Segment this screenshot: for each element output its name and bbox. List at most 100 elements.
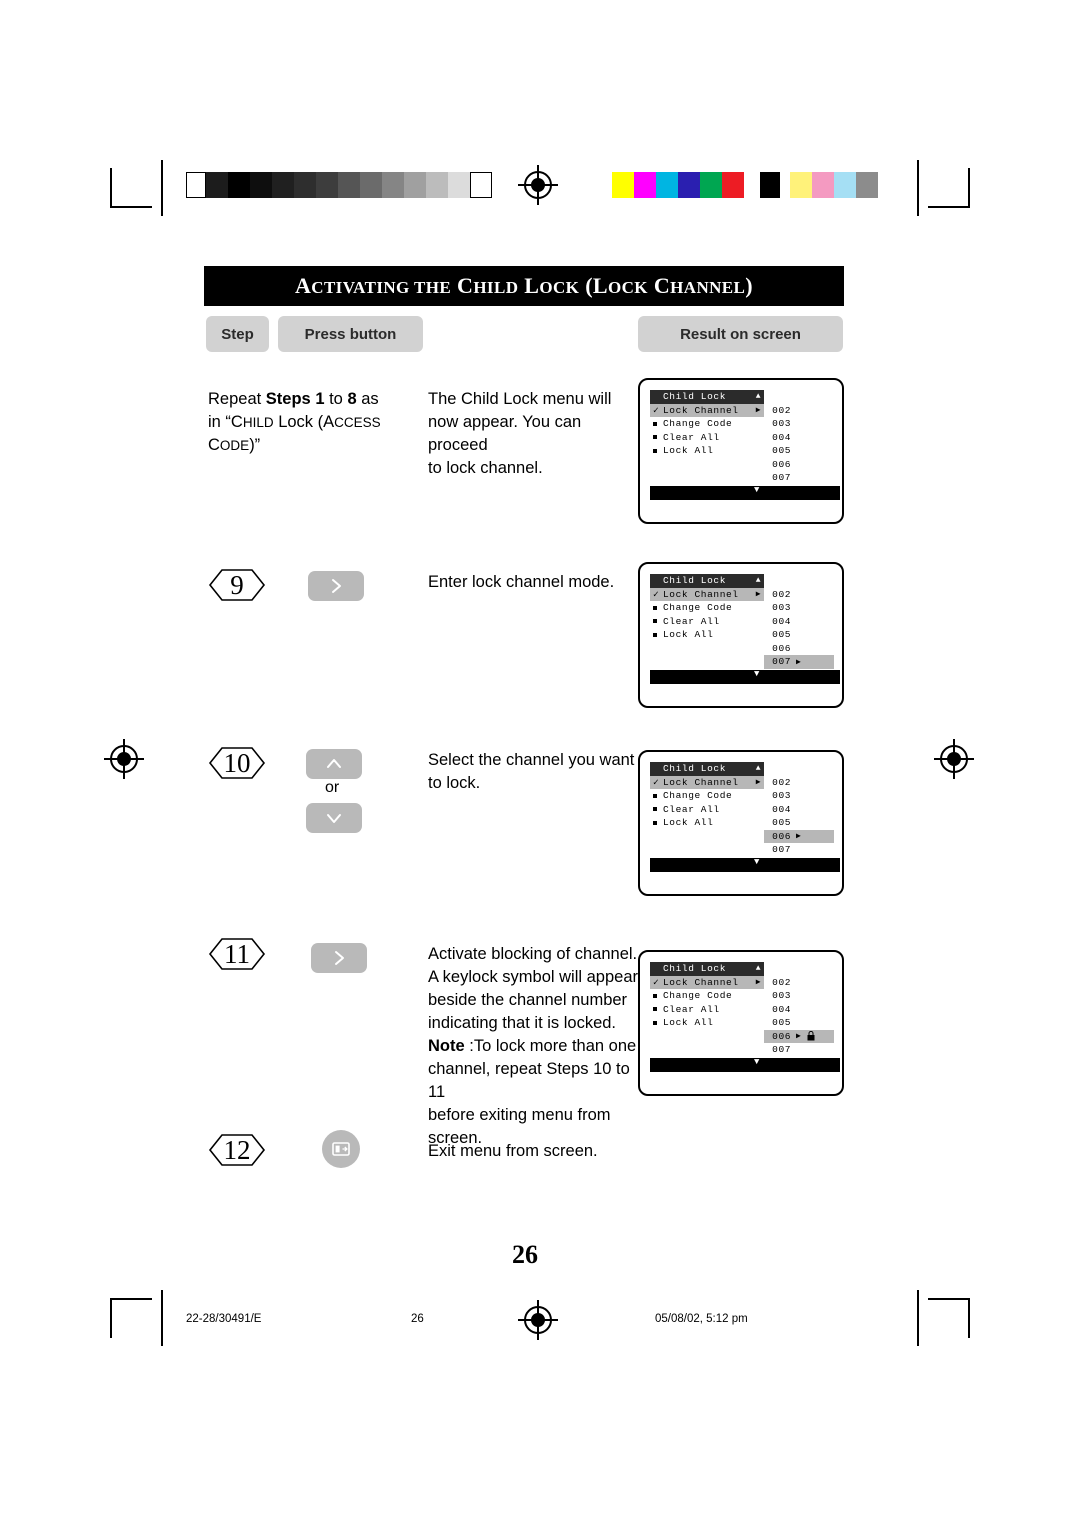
row-4-result-line-3: beside the channel number [428,991,628,1009]
row-4-note-label: Note [428,1037,465,1055]
osd-3-up-arrow: ▲ [755,764,762,774]
row-4-result-line-2: A keylock symbol will appear [428,968,639,986]
page-title: ACTIVATING THE CHILD LOCK (LOCK CHANNEL) [204,266,844,306]
osd-1-ch-5: 006 [772,458,792,470]
osd-2-down-arrow: ▼ [754,668,761,679]
osd-4-down-arrow: ▼ [754,1056,761,1067]
osd-3-ch-1: 002 [772,776,792,788]
grayscale-calibration-bar [186,172,492,198]
osd-1-ch-3: 004 [772,431,792,443]
osd-2-ch-3: 004 [772,615,792,627]
osd-screen-3: Child Lock ▲ ✓ Lock Channel ▶ 002 Change … [638,750,844,896]
column-header-step-label: Step [221,325,254,343]
osd-4-ch-3: 004 [772,1003,792,1015]
osd-2-ch-5: 006 [772,642,792,654]
row-5-result-text: Exit menu from screen. [428,1140,643,1163]
chevron-right-icon [332,579,341,593]
osd-4-ch-1: 002 [772,976,792,988]
row-4-result-line-7: before exiting menu from [428,1106,611,1124]
column-header-result-label: Result on screen [680,325,801,343]
osd-4-selected-channel-row: 006 ▶ [764,1029,834,1043]
osd-3-selected-channel-row: 006 ▶ [764,829,834,843]
osd-3-bottom-bar: ▼ [650,856,840,872]
osd-1-ch-2: 003 [772,418,792,430]
row-4-result-text: Activate blocking of channel. A keylock … [428,943,643,1150]
step-number-10: 10 [206,743,268,783]
osd-2-ch-2: 003 [772,602,792,614]
row-1-result-text: The Child Lock menu will now appear. You… [428,388,638,480]
osd-4-ch-2: 003 [772,990,792,1002]
osd-2-ch-4: 005 [772,629,792,641]
osd-2-up-arrow: ▲ [755,576,762,586]
osd-2-item-4: Lock All [663,629,714,641]
step-number-11-label: 11 [224,938,250,969]
osd-1-item-1: Lock Channel [663,404,739,416]
row-4-result-line-6: channel, repeat Steps 10 to 11 [428,1060,630,1101]
row-1-instruction: Repeat Steps 1 to 8 as in “CHILD Lock (A… [208,390,381,454]
osd-3-ch-3: 004 [772,803,792,815]
osd-3-ch-6: 007 [772,844,792,856]
press-button-menu-exit-12[interactable] [322,1130,360,1168]
row-4-result-line-4: indicating that it is locked. [428,1014,617,1032]
registration-target-bottom [518,1300,558,1340]
row-1-result-line-3: to lock channel. [428,459,543,477]
footer-page-number: 26 [411,1313,424,1325]
registration-target-top [518,165,558,205]
osd-3-ch-4: 005 [772,817,792,829]
osd-1-item-4: Lock All [663,445,714,457]
osd-3-item-4: Lock All [663,817,714,829]
column-header-press-button: Press button [278,316,423,352]
row-2-result-line-1: Enter lock channel mode. [428,573,615,591]
osd-1-item-2: Change Code [663,418,733,430]
osd-3-down-arrow: ▼ [754,856,761,867]
color-calibration-bar [612,172,878,198]
column-header-step: Step [206,316,269,352]
registration-target-left [104,739,144,779]
osd-3-ch-5: 006 [772,830,792,842]
osd-3-item-3: Clear All [663,803,720,815]
osd-4-ch-5: 006 [772,1030,792,1042]
osd-2-ch-6: 007 [772,656,792,668]
row-1-result-line-1: The Child Lock menu will [428,390,612,408]
osd-4-bottom-bar: ▼ [650,1056,840,1072]
step-number-12-label: 12 [223,1134,251,1165]
osd-3-item-1: Lock Channel [663,776,739,788]
press-button-right-11[interactable] [311,943,367,973]
osd-1-ch-4: 005 [772,445,792,457]
press-button-up-10[interactable] [306,749,362,779]
osd-4-item-3: Clear All [663,1003,720,1015]
or-label-10: or [325,779,340,796]
osd-2-bottom-bar: ▼ [650,668,840,684]
osd-2-item-1: Lock Channel [663,588,739,600]
osd-4-ch-4: 005 [772,1017,792,1029]
osd-3-ch-2: 003 [772,790,792,802]
osd-3-item-2: Change Code [663,790,733,802]
chevron-right-icon [335,951,344,965]
footer-timestamp: 05/08/02, 5:12 pm [655,1313,748,1325]
osd-1-ch-6: 007 [772,472,792,484]
press-button-down-10[interactable] [306,803,362,833]
osd-4-ch-6: 007 [772,1044,792,1056]
osd-2-item-3: Clear All [663,615,720,627]
osd-3-title: Child Lock [663,763,727,775]
osd-2-selected-channel-row: 007 ▶ [764,655,834,669]
osd-screen-1: Child Lock ▲ ✓ Lock Channel ▶ 002 Change … [638,378,844,524]
press-button-right-9[interactable] [308,571,364,601]
chevron-down-icon [327,814,341,823]
row-1-result-line-2: now appear. You can proceed [428,413,582,454]
menu-exit-icon [332,1142,350,1156]
osd-2-title: Child Lock [663,575,727,587]
osd-4-item-1: Lock Channel [663,976,739,988]
step-number-11: 11 [206,934,268,974]
osd-4-up-arrow: ▲ [755,964,762,974]
osd-1-title: Child Lock [663,391,727,403]
step-number-12: 12 [206,1130,268,1170]
step-number-10-label: 10 [223,747,251,778]
step-number-9-label: 9 [230,569,244,600]
page-number: 26 [512,1240,538,1269]
osd-4-title: Child Lock [663,963,727,975]
column-header-press-button-label: Press button [304,325,397,343]
osd-screen-4: Child Lock ▲ ✓ Lock Channel ▶ 002 Change … [638,950,844,1096]
osd-2-item-2: Change Code [663,602,733,614]
row-3-result-text: Select the channel you want to lock. [428,749,643,795]
